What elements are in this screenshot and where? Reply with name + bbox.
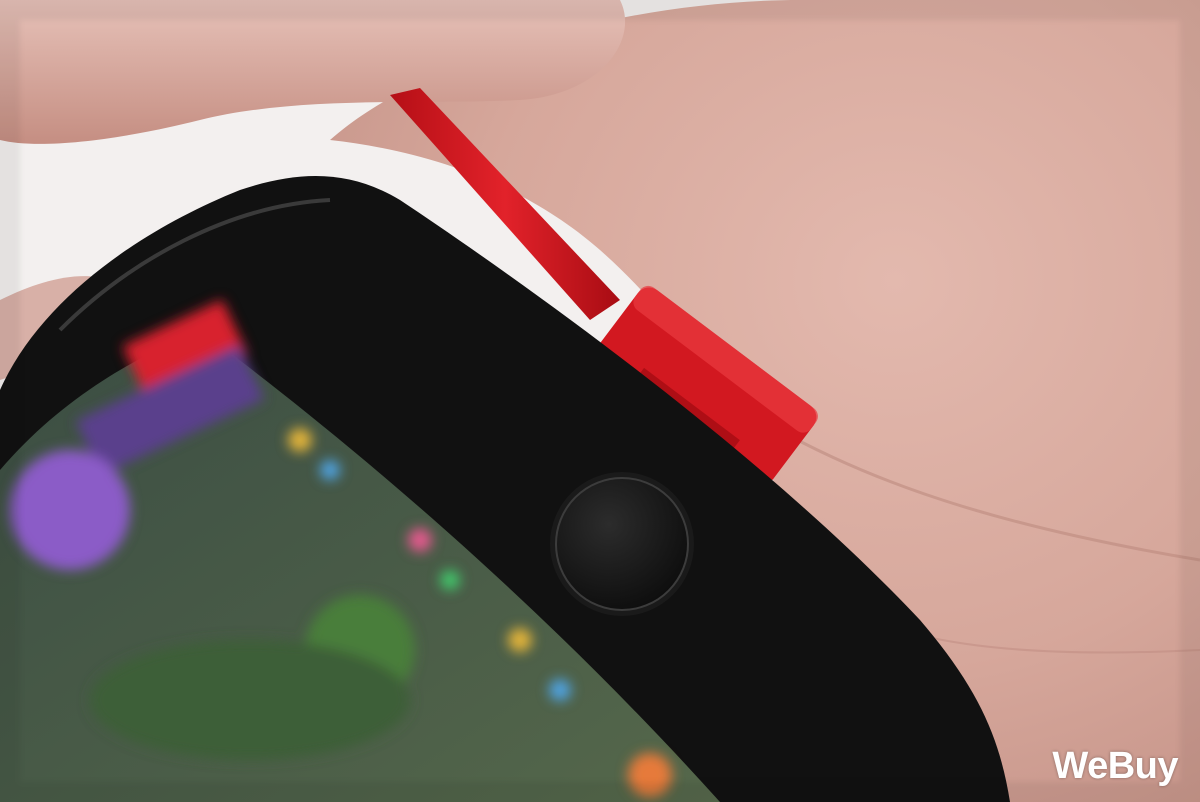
home-button	[550, 472, 694, 616]
photo-illustration	[0, 0, 1200, 802]
watermark-logo: WeBuy	[1052, 745, 1178, 787]
photo: WeBuy	[0, 0, 1200, 802]
